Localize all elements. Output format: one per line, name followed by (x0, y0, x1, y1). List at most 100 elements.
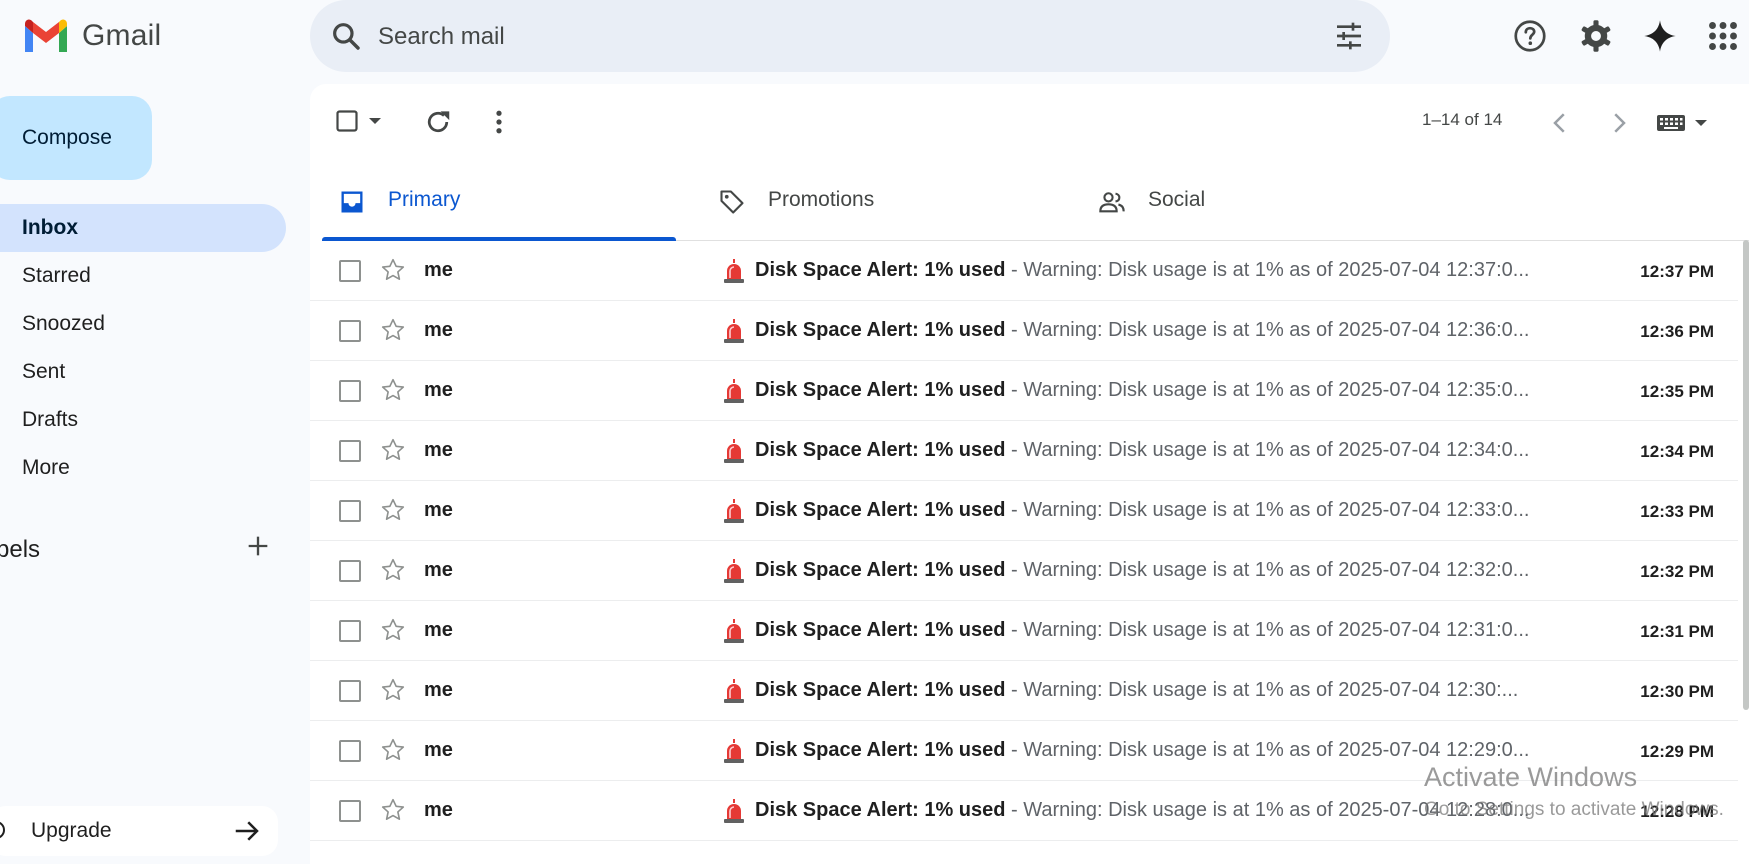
star-icon[interactable] (380, 737, 406, 763)
email-sender: me (424, 619, 453, 641)
app-name: Gmail (82, 19, 162, 52)
search-icon[interactable] (330, 20, 362, 52)
main-panel: 1–14 of 14 Primary Promotions Social me … (310, 84, 1749, 864)
siren-icon (724, 799, 744, 823)
row-checkbox[interactable] (339, 380, 361, 402)
tune-icon[interactable] (1332, 20, 1366, 52)
sidebar-item-drafts[interactable]: Drafts (0, 396, 286, 444)
email-sender: me (424, 259, 453, 281)
email-snippet: - Warning: Disk usage is at 1% as of 202… (1005, 319, 1530, 341)
row-checkbox[interactable] (339, 680, 361, 702)
watermark-title: Activate Windows (1424, 762, 1638, 792)
sidebar-item-inbox[interactable]: Inbox (0, 204, 286, 252)
email-row[interactable]: me Disk Space Alert: 1% used - Warning: … (310, 541, 1738, 601)
people-icon (1099, 192, 1125, 213)
email-content: Disk Space Alert: 1% used - Warning: Dis… (755, 499, 1645, 522)
settings-icon[interactable] (1578, 18, 1614, 54)
help-icon[interactable] (1512, 18, 1548, 54)
row-checkbox[interactable] (339, 620, 361, 642)
email-row[interactable]: me Disk Space Alert: 1% used - Warning: … (310, 601, 1738, 661)
email-snippet: - Warning: Disk usage is at 1% as of 202… (1005, 559, 1530, 581)
email-snippet: - Warning: Disk usage is at 1% as of 202… (1005, 739, 1530, 761)
email-subject: Disk Space Alert: 1% used (755, 679, 1006, 701)
gemini-icon[interactable] (1642, 18, 1678, 54)
email-subject: Disk Space Alert: 1% used (755, 559, 1006, 581)
star-icon[interactable] (380, 257, 406, 283)
email-row[interactable]: me Disk Space Alert: 1% used - Warning: … (310, 241, 1738, 301)
siren-icon (724, 259, 744, 283)
star-icon[interactable] (380, 617, 406, 643)
email-content: Disk Space Alert: 1% used - Warning: Dis… (755, 619, 1645, 642)
activate-windows-watermark: Activate Windows Go to Settings to activ… (1424, 762, 1724, 821)
email-subject: Disk Space Alert: 1% used (755, 499, 1006, 521)
email-time: 12:34 PM (1640, 442, 1714, 461)
email-time: 12:31 PM (1640, 622, 1714, 641)
search-input[interactable] (376, 14, 1280, 60)
star-icon[interactable] (380, 557, 406, 583)
sidebar-item-snoozed[interactable]: Snoozed (0, 300, 286, 348)
star-icon[interactable] (380, 437, 406, 463)
input-tools-dropdown[interactable] (1656, 108, 1708, 138)
email-sender: me (424, 499, 453, 521)
sidebar-item-more[interactable]: More (0, 444, 286, 492)
apps-icon[interactable] (1705, 18, 1741, 54)
email-row[interactable]: me Disk Space Alert: 1% used - Warning: … (310, 661, 1738, 721)
email-content: Disk Space Alert: 1% used - Warning: Dis… (755, 679, 1645, 702)
email-sender: me (424, 319, 453, 341)
email-content: Disk Space Alert: 1% used - Warning: Dis… (755, 439, 1645, 462)
star-icon[interactable] (380, 317, 406, 343)
select-all-checkbox-icon[interactable] (336, 110, 358, 132)
refresh-icon[interactable] (423, 107, 453, 137)
email-sender: me (424, 799, 453, 821)
tab-primary[interactable]: Primary (322, 160, 676, 241)
category-tabs: Primary Promotions Social (322, 160, 1749, 241)
tab-label: Promotions (768, 188, 875, 211)
row-checkbox[interactable] (339, 260, 361, 282)
caret-down-icon[interactable] (368, 116, 382, 126)
chevron-left-icon[interactable] (1545, 108, 1575, 138)
email-subject: Disk Space Alert: 1% used (755, 439, 1006, 461)
email-time: 12:36 PM (1640, 322, 1714, 341)
row-checkbox[interactable] (339, 800, 361, 822)
chevron-right-icon[interactable] (1604, 108, 1634, 138)
siren-icon (724, 739, 744, 763)
email-subject: Disk Space Alert: 1% used (755, 379, 1006, 401)
row-checkbox[interactable] (339, 740, 361, 762)
row-checkbox[interactable] (339, 440, 361, 462)
sidebar-item-label: Starred (22, 264, 91, 287)
star-icon[interactable] (380, 497, 406, 523)
sidebar-item-starred[interactable]: Starred (0, 252, 286, 300)
tab-promotions[interactable]: Promotions (702, 160, 1056, 240)
email-content: Disk Space Alert: 1% used - Warning: Dis… (755, 319, 1645, 342)
add-label-icon[interactable] (244, 532, 272, 560)
email-row[interactable]: me Disk Space Alert: 1% used - Warning: … (310, 301, 1738, 361)
sidebar-item-sent[interactable]: Sent (0, 348, 286, 396)
search-bar[interactable] (310, 0, 1390, 72)
tab-social[interactable]: Social (1082, 160, 1436, 240)
watermark-subtitle: Go to Settings to activate Windows. (1424, 799, 1724, 820)
email-row[interactable]: me Disk Space Alert: 1% used - Warning: … (310, 361, 1738, 421)
row-checkbox[interactable] (339, 560, 361, 582)
email-subject: Disk Space Alert: 1% used (755, 619, 1006, 641)
email-row[interactable]: me Disk Space Alert: 1% used - Warning: … (310, 481, 1738, 541)
row-checkbox[interactable] (339, 320, 361, 342)
compose-button[interactable]: Compose (0, 96, 152, 180)
labels-heading: bels (0, 536, 41, 563)
select-all-dropdown[interactable] (336, 106, 384, 136)
star-icon[interactable] (380, 377, 406, 403)
email-snippet: - Warning: Disk usage is at 1% as of 202… (1005, 679, 1519, 701)
gmail-logo[interactable]: Gmail (22, 16, 161, 56)
email-subject: Disk Space Alert: 1% used (755, 319, 1006, 341)
compose-label: Compose (22, 126, 112, 149)
star-icon[interactable] (380, 797, 406, 823)
email-row[interactable]: me Disk Space Alert: 1% used - Warning: … (310, 421, 1738, 481)
tag-icon (720, 190, 744, 214)
row-checkbox[interactable] (339, 500, 361, 522)
email-snippet: - Warning: Disk usage is at 1% as of 202… (1005, 379, 1530, 401)
email-content: Disk Space Alert: 1% used - Warning: Dis… (755, 559, 1645, 582)
upgrade-button[interactable]: Upgrade (0, 806, 278, 856)
more-vert-icon[interactable] (484, 107, 514, 137)
star-icon[interactable] (380, 677, 406, 703)
siren-icon (724, 379, 744, 403)
scrollbar[interactable] (1743, 240, 1749, 710)
